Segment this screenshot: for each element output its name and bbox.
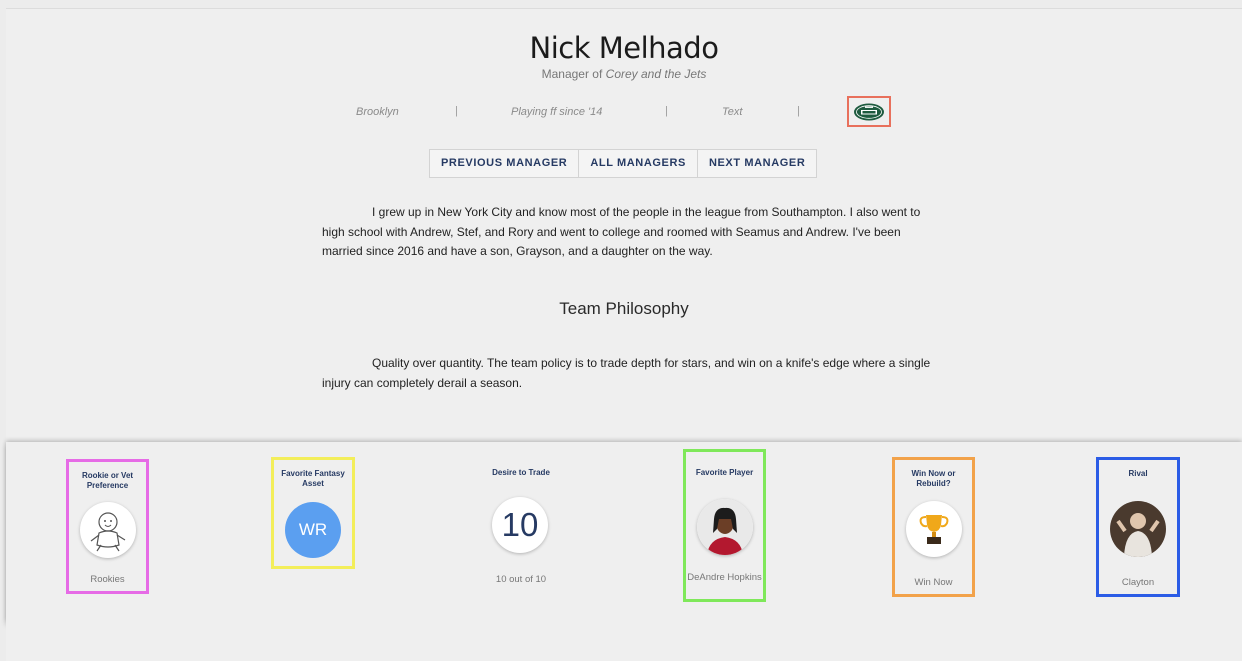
stat-value: Clayton [1121,577,1155,588]
subtitle-prefix: Manager of [541,67,606,81]
stat-title: Desire to Trade [492,468,550,477]
wr-badge-icon: WR [285,502,341,558]
manager-name: Nick Melhado [529,31,719,65]
stat-rookie-or-vet: Rookie or Vet Preference Rookies [66,459,149,594]
rival-photo-icon [1110,501,1166,557]
stat-win-now-or-rebuild: Win Now or Rebuild? Win Now [892,457,975,597]
manager-bio: I grew up in New York City and know most… [322,205,921,258]
manager-stats-bar: Rookie or Vet Preference Rookies Favorit… [6,442,1242,622]
position-badge-label: WR [298,520,328,539]
meta-separator: | [455,105,458,117]
trophy-icon [906,501,962,557]
stat-title: Favorite Player [695,468,754,477]
all-managers-button[interactable]: ALL MANAGERS [579,150,698,177]
baby-icon [80,502,136,558]
stat-title: Win Now or Rebuild? [911,469,956,488]
meta-separator: | [797,105,800,117]
stat-favorite-player: Favorite Player DeAndre Hopkins [683,449,766,602]
new-york-jets-logo-icon [854,103,884,120]
team-name: Corey and the Jets [605,67,707,81]
team-philosophy-heading: Team Philosophy [559,299,689,318]
stat-value: 10 out of 10 [495,574,547,585]
stat-favorite-fantasy-asset: Favorite Fantasy Asset WR [271,457,355,569]
stat-title: Rookie or Vet Preference [81,471,134,490]
location-text: Brooklyn [356,106,399,118]
page-footer [6,622,1242,661]
manager-profile-page: Nick Melhado Manager of Corey and the Je… [6,8,1242,661]
manager-subtitle: Manager of Corey and the Jets [6,67,1242,81]
stat-value: Rookies [90,574,125,585]
stat-desire-to-trade: Desire to Trade 10 10 out of 10 [476,459,566,594]
trade-desire-circle: 10 [492,497,548,553]
stat-title: Favorite Fantasy Asset [281,469,345,488]
extra-text: Text [722,106,743,118]
stat-rival: Rival Clayton [1096,457,1180,597]
manager-navigation: PREVIOUS MANAGER ALL MANAGERS NEXT MANAG… [429,149,818,178]
meta-separator: | [665,105,668,117]
playing-since-text: Playing ff since '14 [511,106,603,118]
stat-title: Rival [1128,469,1148,478]
stat-value: DeAndre Hopkins [687,572,762,583]
player-photo-icon [697,499,753,555]
team-logo [847,96,891,127]
stat-value: Win Now [914,577,953,588]
previous-manager-button[interactable]: PREVIOUS MANAGER [430,150,580,177]
next-manager-button[interactable]: NEXT MANAGER [698,150,816,177]
team-philosophy-text: Quality over quantity. The team policy i… [322,356,931,390]
trade-desire-number: 10 [501,506,539,543]
